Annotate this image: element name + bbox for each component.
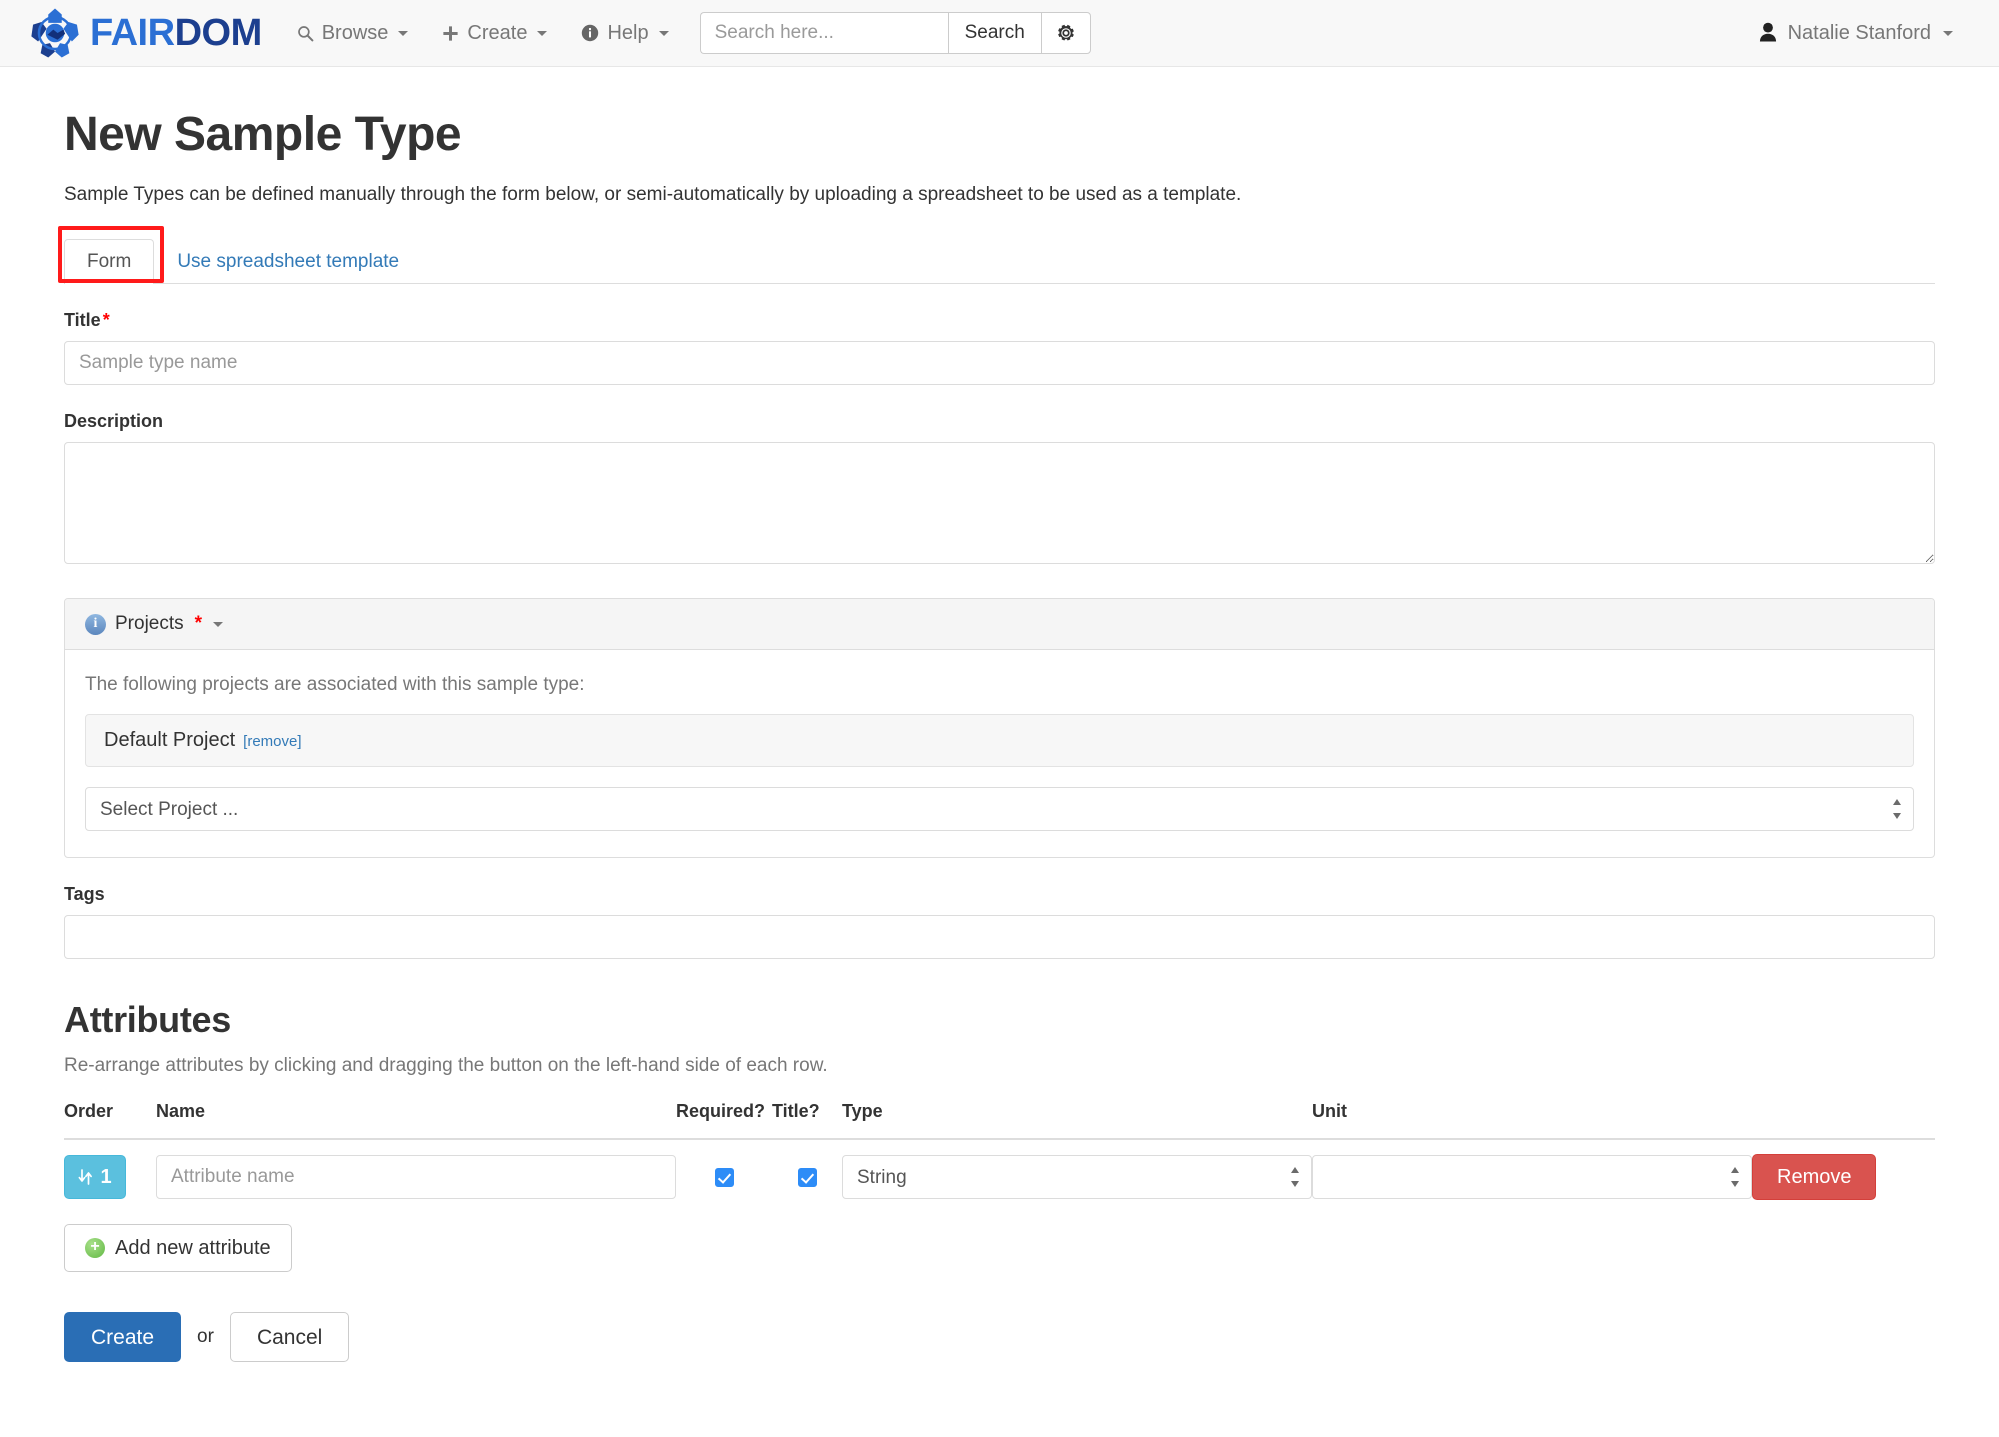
brand-text-dom: DOM [175, 12, 262, 54]
cell-order: 1 [64, 1139, 156, 1214]
attributes-table-head: Order Name Required? Title? Type Unit [64, 1101, 1935, 1139]
user-menu[interactable]: Natalie Stanford [1740, 22, 1971, 45]
cell-name [156, 1139, 676, 1214]
table-header-row: Order Name Required? Title? Type Unit [64, 1101, 1935, 1139]
tab-form[interactable]: Form [64, 239, 154, 285]
column-header-type: Type [842, 1101, 1312, 1139]
chevron-down-icon [1943, 31, 1953, 36]
projects-panel-heading[interactable]: i Projects * [65, 599, 1934, 650]
cell-actions: Remove [1752, 1139, 1935, 1214]
attributes-heading: Attributes [64, 999, 1935, 1041]
search-group: Search [700, 12, 1091, 54]
cancel-button[interactable]: Cancel [230, 1312, 349, 1362]
attribute-unit-dropdown[interactable] [1312, 1155, 1752, 1199]
page-lead-text: Sample Types can be defined manually thr… [64, 182, 1935, 209]
type-select-wrapper: String [842, 1155, 1312, 1199]
description-form-group: Description [64, 411, 1935, 564]
page-title: New Sample Type [64, 109, 1935, 162]
nav-browse[interactable]: Browse [280, 0, 426, 67]
title-input[interactable] [64, 341, 1935, 385]
brand-text-fair: FAIR [90, 12, 175, 54]
order-number: 1 [100, 1166, 111, 1189]
cell-title [772, 1139, 842, 1214]
project-list-item: Default Project [remove] [85, 714, 1914, 767]
attribute-name-input[interactable] [156, 1155, 676, 1199]
cell-type: String [842, 1139, 1312, 1214]
column-header-actions [1752, 1101, 1935, 1139]
drag-sort-handle[interactable]: 1 [64, 1155, 126, 1199]
chevron-down-icon [659, 31, 669, 36]
search-button[interactable]: Search [948, 12, 1041, 54]
tags-label: Tags [64, 884, 1935, 905]
select-project-wrapper: Select Project ... [85, 787, 1914, 831]
projects-panel: i Projects * The following projects are … [64, 598, 1935, 858]
user-name: Natalie Stanford [1788, 22, 1931, 45]
unit-select-wrapper [1312, 1155, 1752, 1199]
add-new-attribute-label: Add new attribute [115, 1238, 271, 1258]
chevron-down-icon [398, 31, 408, 36]
page-content: New Sample Type Sample Types can be defi… [0, 109, 1999, 1362]
plus-icon [442, 25, 459, 42]
tags-form-group: Tags [64, 884, 1935, 959]
title-form-group: Title* [64, 310, 1935, 385]
brand-logo-link[interactable]: FAIRDOM [28, 6, 262, 60]
chevron-down-icon [537, 31, 547, 36]
form-footer-actions: Create or Cancel [64, 1312, 1935, 1362]
attributes-table-body: 1 String [64, 1139, 1935, 1214]
search-settings-button[interactable] [1041, 12, 1091, 54]
nav-help-label: Help [607, 0, 648, 67]
required-asterisk: * [103, 310, 110, 330]
projects-panel-title: Projects [115, 613, 184, 635]
column-header-order: Order [64, 1101, 156, 1139]
nav-browse-label: Browse [322, 0, 389, 67]
add-new-attribute-button[interactable]: + Add new attribute [64, 1224, 292, 1272]
navbar-right: Natalie Stanford [1740, 22, 1971, 45]
info-circle-icon [581, 24, 599, 42]
search-icon [297, 25, 314, 42]
cell-unit [1312, 1139, 1752, 1214]
create-button[interactable]: Create [64, 1312, 181, 1362]
brand-text: FAIRDOM [90, 14, 262, 52]
column-header-name: Name [156, 1101, 676, 1139]
column-header-title: Title? [772, 1101, 842, 1139]
attributes-subtitle: Re-arrange attributes by clicking and dr… [64, 1055, 1935, 1077]
required-asterisk: * [195, 613, 202, 635]
nav-create-label: Create [467, 0, 527, 67]
info-circle-icon: i [85, 614, 106, 635]
search-input[interactable] [700, 12, 948, 54]
select-project-dropdown[interactable]: Select Project ... [85, 787, 1914, 831]
tags-input[interactable] [64, 915, 1935, 959]
top-navbar: FAIRDOM Browse Create Help Search [0, 0, 1999, 67]
title-label-text: Title [64, 310, 101, 330]
user-avatar-icon [1758, 22, 1778, 44]
drag-sort-icon [78, 1168, 93, 1186]
project-remove-link[interactable]: [remove] [243, 733, 301, 750]
plus-circle-icon: + [85, 1238, 105, 1258]
required-checkbox[interactable] [715, 1168, 734, 1187]
or-separator-label: or [197, 1326, 214, 1348]
caret-down-icon[interactable] [213, 622, 223, 627]
column-header-required: Required? [676, 1101, 772, 1139]
attribute-type-dropdown[interactable]: String [842, 1155, 1312, 1199]
nav-help[interactable]: Help [564, 0, 685, 67]
cell-required [676, 1139, 772, 1214]
projects-panel-body: The following projects are associated wi… [65, 650, 1934, 857]
fairdom-logo-icon [28, 6, 82, 60]
nav-create[interactable]: Create [425, 0, 564, 67]
description-textarea[interactable] [64, 442, 1935, 564]
column-header-unit: Unit [1312, 1101, 1752, 1139]
remove-attribute-button[interactable]: Remove [1752, 1154, 1876, 1200]
tab-bar: Form Use spreadsheet template [64, 238, 1935, 284]
tab-use-spreadsheet-template[interactable]: Use spreadsheet template [154, 239, 422, 285]
description-label: Description [64, 411, 1935, 432]
projects-help-text: The following projects are associated wi… [85, 674, 1914, 696]
title-checkbox[interactable] [798, 1168, 817, 1187]
table-row: 1 String [64, 1139, 1935, 1214]
attributes-table: Order Name Required? Title? Type Unit 1 [64, 1101, 1935, 1214]
title-label: Title* [64, 310, 1935, 331]
gear-icon [1056, 23, 1076, 43]
project-name: Default Project [104, 729, 235, 751]
